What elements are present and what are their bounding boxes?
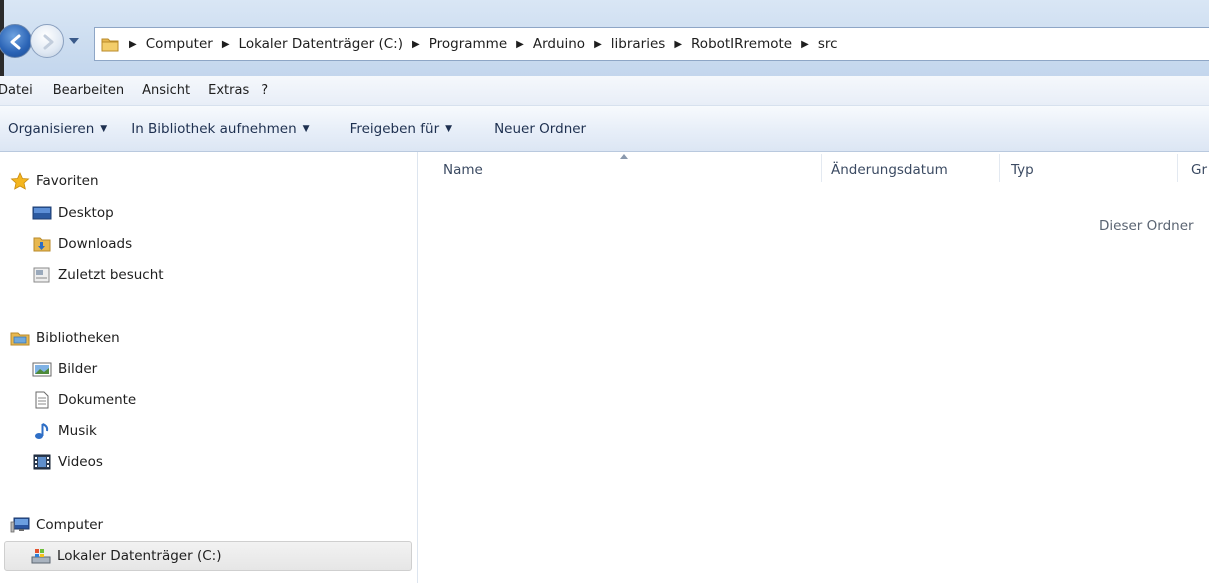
desktop-icon (32, 206, 52, 220)
nav-computer[interactable]: Computer (10, 510, 103, 540)
drive-icon (31, 549, 51, 564)
nav-item-label: Bilder (58, 361, 98, 377)
nav-item-label: Musik (58, 423, 97, 439)
back-arrow-icon (10, 34, 21, 50)
navigation-buttons (0, 24, 98, 60)
breadcrumb-programme[interactable]: Programme (429, 36, 507, 52)
chevron-right-icon[interactable]: ▶ (516, 39, 524, 50)
menu-edit[interactable]: Bearbeiten (53, 83, 124, 98)
chevron-right-icon[interactable]: ▶ (594, 39, 602, 50)
include-in-library-button[interactable]: In Bibliothek aufnehmen ▼ (131, 121, 309, 137)
forward-button[interactable] (30, 24, 64, 58)
nav-item-pictures[interactable]: Bilder (32, 354, 97, 384)
new-folder-button[interactable]: Neuer Ordner (494, 121, 586, 137)
videos-icon (33, 454, 51, 470)
menu-file[interactable]: Datei (0, 83, 33, 98)
breadcrumb-arduino[interactable]: Arduino (533, 36, 585, 52)
menu-extras[interactable]: Extras (208, 83, 249, 98)
title-bar: ▶ Computer ▶ Lokaler Datenträger (C:) ▶ … (0, 0, 1209, 76)
chevron-right-icon[interactable]: ▶ (412, 39, 420, 50)
breadcrumb-libraries[interactable]: libraries (611, 36, 666, 52)
nav-computer-label: Computer (36, 517, 104, 533)
menu-help[interactable]: ? (261, 83, 268, 98)
nav-item-documents[interactable]: Dokumente (32, 385, 136, 415)
column-divider[interactable] (999, 154, 1000, 182)
nav-item-label: Downloads (58, 236, 133, 252)
empty-folder-message: Dieser Ordner (1099, 218, 1194, 234)
new-folder-label: Neuer Ordner (494, 120, 587, 137)
nav-item-label: Zuletzt besucht (58, 267, 164, 283)
share-with-label: Freigeben für (349, 120, 440, 137)
nav-libraries-label: Bibliotheken (36, 330, 120, 346)
nav-item-desktop[interactable]: Desktop (32, 198, 114, 228)
column-header-size[interactable]: Gr (1191, 162, 1207, 178)
chevron-right-icon[interactable]: ▶ (222, 39, 230, 50)
nav-item-label: Desktop (58, 205, 114, 221)
folder-icon (101, 38, 119, 52)
history-dropdown-icon[interactable] (68, 36, 80, 46)
nav-item-label: Dokumente (58, 392, 137, 408)
organize-button[interactable]: Organisieren ▼ (8, 121, 107, 137)
sort-ascending-icon (620, 154, 628, 159)
music-icon (35, 423, 49, 439)
star-icon (10, 172, 30, 190)
share-with-button[interactable]: Freigeben für ▼ (350, 121, 452, 137)
organize-label: Organisieren (8, 120, 95, 137)
chevron-right-icon[interactable]: ▶ (674, 39, 682, 50)
nav-item-label: Videos (58, 454, 103, 470)
file-list[interactable]: Name Änderungsdatum Typ Gr Dieser Ordner (419, 152, 1209, 583)
nav-favorites-label: Favoriten (36, 173, 99, 189)
include-in-library-label: In Bibliothek aufnehmen (131, 120, 297, 137)
forward-arrow-icon (43, 34, 54, 50)
nav-item-recent[interactable]: Zuletzt besucht (32, 260, 164, 290)
command-bar: Organisieren ▼ In Bibliothek aufnehmen ▼… (0, 106, 1209, 152)
breadcrumb-robotirremote[interactable]: RobotIRremote (691, 36, 792, 52)
pictures-icon (32, 362, 52, 377)
menu-view[interactable]: Ansicht (142, 83, 190, 98)
navigation-pane: Favoriten Desktop Downloads Zuletzt besu… (0, 152, 418, 583)
breadcrumb-src[interactable]: src (818, 36, 838, 52)
nav-item-downloads[interactable]: Downloads (32, 229, 132, 259)
nav-libraries[interactable]: Bibliotheken (10, 323, 120, 353)
nav-favorites[interactable]: Favoriten (10, 166, 99, 196)
caret-down-icon: ▼ (445, 123, 453, 134)
column-header-name[interactable]: Name (443, 162, 483, 178)
nav-item-videos[interactable]: Videos (32, 447, 103, 477)
address-bar[interactable]: ▶ Computer ▶ Lokaler Datenträger (C:) ▶ … (94, 27, 1209, 61)
nav-item-label: Lokaler Datenträger (C:) (57, 548, 222, 564)
caret-down-icon: ▼ (100, 123, 108, 134)
breadcrumb-local-disk[interactable]: Lokaler Datenträger (C:) (239, 36, 403, 52)
back-button[interactable] (0, 24, 32, 58)
caret-down-icon: ▼ (302, 123, 310, 134)
computer-icon (10, 517, 30, 533)
column-header-type[interactable]: Typ (1011, 162, 1034, 178)
column-header-date-modified[interactable]: Änderungsdatum (831, 162, 948, 178)
column-divider[interactable] (821, 154, 822, 182)
nav-item-local-disk-c[interactable]: Lokaler Datenträger (C:) (4, 541, 412, 571)
chevron-right-icon[interactable]: ▶ (129, 39, 137, 50)
documents-icon (35, 391, 49, 409)
downloads-folder-icon (33, 237, 51, 252)
chevron-right-icon[interactable]: ▶ (801, 39, 809, 50)
nav-item-music[interactable]: Musik (32, 416, 97, 446)
recent-places-icon (33, 267, 50, 283)
column-divider[interactable] (1177, 154, 1178, 182)
breadcrumb-computer[interactable]: Computer (146, 36, 213, 52)
libraries-icon (10, 332, 30, 346)
menu-bar: Datei Bearbeiten Ansicht Extras ? (0, 76, 1209, 106)
